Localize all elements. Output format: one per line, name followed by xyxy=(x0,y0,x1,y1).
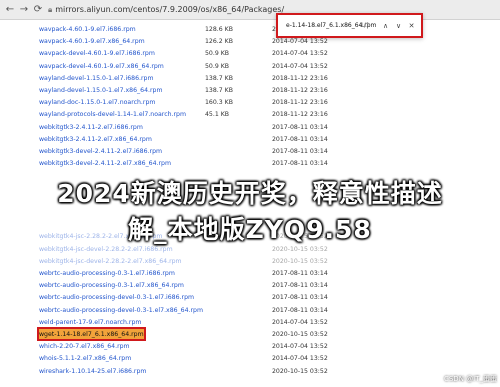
file-row: wayland-devel-1.15.0-1.el7.i686.rpm 138.7… xyxy=(35,72,500,85)
file-date: 2018-11-12 23:16 xyxy=(272,111,328,119)
file-link[interactable]: wavpack-devel-4.60.1-9.el7.x86_64.rpm xyxy=(39,60,164,73)
file-size: 128.6 KB xyxy=(205,26,233,33)
file-row: whois-5.1.1-2.el7.x86_64.rpm 2014-07-04 1… xyxy=(35,352,500,365)
file-link[interactable]: which-2.20-7.el7.x86_64.rpm xyxy=(39,340,130,353)
file-date: 2014-07-04 13:52 xyxy=(272,50,328,58)
url-text: mirrors.aliyun.com/centos/7.9.2009/os/x8… xyxy=(55,5,285,14)
file-row: webkitgtk3-2.4.11-2.el7.x86_64.rpm 2017-0… xyxy=(35,133,500,146)
file-size: 50.9 KB xyxy=(205,50,230,58)
file-link[interactable]: wavpack-4.60.1-9.el7.i686.rpm xyxy=(39,23,136,36)
find-next-icon[interactable]: ∨ xyxy=(394,21,403,31)
reload-icon[interactable]: ⟳ xyxy=(32,4,44,16)
file-row: wireshark-1.10.14-25.el7.i686.rpm 2020-10… xyxy=(35,365,500,378)
file-size: 126.2 KB xyxy=(205,38,233,46)
file-link[interactable]: webrtc-audio-processing-devel-0.3-1.el7.… xyxy=(39,291,194,304)
file-date: 2020-10-15 03:52 xyxy=(272,367,328,375)
file-link[interactable]: wayland-doc-1.15.0-1.el7.noarch.rpm xyxy=(39,96,155,109)
file-link[interactable]: webkitgtk3-2.4.11-2.el7.x86_64.rpm xyxy=(39,133,152,146)
file-date: 2017-08-11 03:14 xyxy=(272,294,328,302)
file-row: which-2.20-7.el7.x86_64.rpm 2014-07-04 13… xyxy=(35,340,500,353)
file-date: 2017-08-11 03:14 xyxy=(272,306,328,314)
address-bar: ← → ⟳ 🔒︎ mirrors.aliyun.com/centos/7.9.20… xyxy=(0,0,500,20)
forward-arrow-icon[interactable]: → xyxy=(18,4,30,16)
find-previous-icon[interactable]: ∧ xyxy=(381,21,390,31)
file-size: 160.3 KB xyxy=(205,99,233,107)
watermark: CSDN @IT_蛋蛋 xyxy=(443,375,497,383)
file-link[interactable]: whois-5.1.1-2.el7.x86_64.rpm xyxy=(39,352,131,365)
find-close-icon[interactable]: ✕ xyxy=(407,21,416,31)
back-arrow-icon[interactable]: ← xyxy=(4,4,16,16)
file-size: 45.1 KB xyxy=(205,111,230,119)
file-row: webrtc-audio-processing-devel-0.3-1.el7.… xyxy=(35,291,500,304)
lock-icon: 🔒︎ xyxy=(48,5,53,14)
file-row: webkitgtk3-devel-2.4.11-2.el7.x86_64.rpm… xyxy=(35,157,500,170)
file-row: wayland-protocols-devel-1.14-1.el7.noarc… xyxy=(35,108,500,121)
file-date: 2018-11-12 23:16 xyxy=(272,87,328,94)
file-date: 2017-08-11 03:14 xyxy=(272,160,328,168)
file-date: 2014-07-04 13:52 xyxy=(272,343,328,351)
file-date: 2014-07-04 13:52 xyxy=(272,355,328,363)
file-row: wavpack-devel-4.60.1-9.el7.x86_64.rpm 50.… xyxy=(35,60,500,73)
file-link[interactable]: wavpack-4.60.1-9.el7.x86_64.rpm xyxy=(39,35,145,48)
file-size: 138.7 KB xyxy=(205,87,233,94)
file-date: 2020-10-15 03:52 xyxy=(272,331,328,338)
find-bar: e-1.14-18.el7_6.1.x86_64.rpm 1/1 ∧ ∨ ✕ xyxy=(276,13,423,38)
file-size: 50.9 KB xyxy=(205,62,230,70)
headline-line-1: 2024新澳历史开奖，释意性描述 xyxy=(57,179,443,208)
file-link[interactable]: webrtc-audio-processing-devel-0.3-1.el7.… xyxy=(39,304,203,317)
file-link[interactable]: webkitgtk3-devel-2.4.11-2.el7.i686.rpm xyxy=(39,145,162,158)
file-date: 2018-11-12 23:16 xyxy=(272,74,328,82)
file-date: 2017-08-11 03:14 xyxy=(272,282,328,290)
file-row: wavpack-4.60.1-9.el7.i686.rpm128.6 KB201… xyxy=(35,23,500,36)
file-date: 2018-11-12 23:16 xyxy=(272,99,328,107)
file-link[interactable]: webrtc-audio-processing-0.3-1.el7.i686.r… xyxy=(39,267,175,280)
file-row: wayland-devel-1.15.0-1.el7.x86_64.rpm 138… xyxy=(35,84,500,97)
file-link[interactable]: wavpack-devel-4.60.1-9.el7.i686.rpm xyxy=(39,47,155,60)
file-link[interactable]: wayland-devel-1.15.0-1.el7.i686.rpm xyxy=(39,72,154,85)
file-date: 2014-07-04 13:52 xyxy=(272,318,328,326)
file-date: 2017-08-11 03:14 xyxy=(272,135,328,143)
file-row: webrtc-audio-processing-devel-0.3-1.el7.… xyxy=(35,304,500,317)
file-row: webrtc-audio-processing-0.3-1.el7.x86_64… xyxy=(35,279,500,292)
file-link[interactable]: webkitgtk3-2.4.11-2.el7.i686.rpm xyxy=(39,121,143,134)
file-row: webkitgtk3-2.4.11-2.el7.i686.rpm 2017-08-… xyxy=(35,121,500,134)
file-row: wavpack-devel-4.60.1-9.el7.i686.rpm 50.9 … xyxy=(35,47,500,60)
file-link[interactable]: webrtc-audio-processing-0.3-1.el7.x86_64… xyxy=(39,279,184,292)
file-row: webrtc-audio-processing-0.3-1.el7.i686.r… xyxy=(35,267,500,280)
file-link[interactable]: wayland-devel-1.15.0-1.el7.x86_64.rpm xyxy=(39,84,162,97)
file-link[interactable]: wayland-protocols-devel-1.14-1.el7.noarc… xyxy=(39,108,186,121)
file-size: 138.7 KB xyxy=(205,74,233,82)
file-link[interactable]: wireshark-1.10.14-25.el7.i686.rpm xyxy=(39,365,146,378)
browser-window: ← → ⟳ 🔒︎ mirrors.aliyun.com/centos/7.9.20… xyxy=(0,0,500,387)
file-date: 2017-08-11 03:14 xyxy=(272,123,328,131)
file-link[interactable]: webkitgtk3-devel-2.4.11-2.el7.x86_64.rpm xyxy=(39,157,171,170)
file-date: 2014-07-04 13:52 xyxy=(272,62,328,70)
highlight-box xyxy=(37,327,146,341)
file-date: 2017-08-11 03:14 xyxy=(272,270,328,277)
file-row: wavpack-4.60.1-9.el7.x86_64.rpm 126.2 KB 2… xyxy=(35,35,500,48)
file-date: 2017-08-11 03:14 xyxy=(272,148,328,155)
headline-text: 2024新澳历史开奖，释意性描述 解_本地版ZYQ9.58 xyxy=(0,176,500,248)
file-row: wayland-doc-1.15.0-1.el7.noarch.rpm 160.3… xyxy=(35,96,500,109)
file-row: webkitgtk3-devel-2.4.11-2.el7.i686.rpm 20… xyxy=(35,145,500,158)
find-match-count: 1/1 xyxy=(360,22,370,29)
headline-line-2: 解_本地版ZYQ9.58 xyxy=(128,215,372,244)
url-field[interactable]: 🔒︎ mirrors.aliyun.com/centos/7.9.2009/os/… xyxy=(48,3,284,17)
